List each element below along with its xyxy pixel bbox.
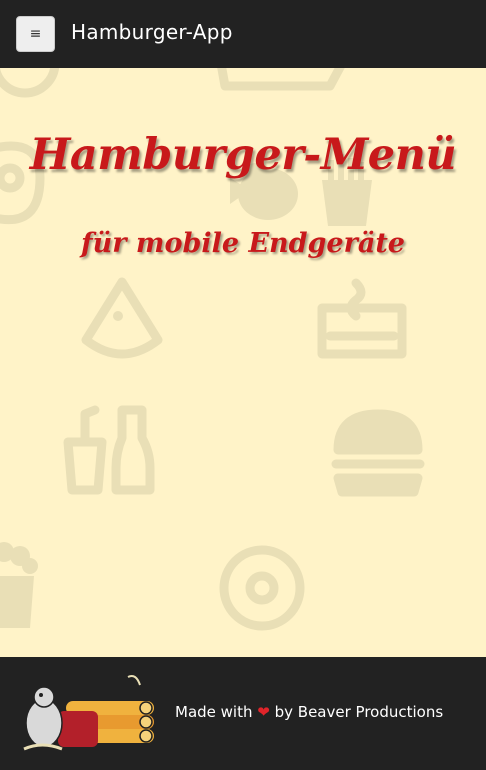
- hot-dish-icon: [317, 278, 407, 359]
- top-navbar: ≡ Hamburger-App: [0, 0, 486, 68]
- app-title[interactable]: Hamburger-App: [71, 20, 233, 44]
- bars-icon: ≡: [29, 26, 42, 42]
- hamburger-menu-button[interactable]: ≡: [16, 16, 55, 52]
- pizza-slice-icon: [217, 68, 345, 91]
- pizza-slice-icon: [81, 277, 163, 359]
- donut-icon: [219, 545, 305, 631]
- popcorn-icon: [0, 542, 38, 628]
- credit-text: Made with ❤ by Beaver Productions: [175, 703, 443, 721]
- beaver-logo-icon: [23, 675, 154, 751]
- hero-headline: Hamburger-Menü: [29, 130, 457, 180]
- hero-section: Hamburger-Menü für mobile Endgeräte: [0, 68, 486, 657]
- burger-icon: [331, 409, 425, 497]
- footer: Made with ❤ by Beaver Productions: [0, 657, 486, 770]
- made-with-label: Made with: [175, 703, 253, 721]
- drinks-icon: [63, 405, 155, 495]
- hero-subline: für mobile Endgeräte: [81, 228, 405, 259]
- by-author-label: by Beaver Productions: [274, 703, 444, 721]
- heart-icon: ❤: [257, 703, 270, 721]
